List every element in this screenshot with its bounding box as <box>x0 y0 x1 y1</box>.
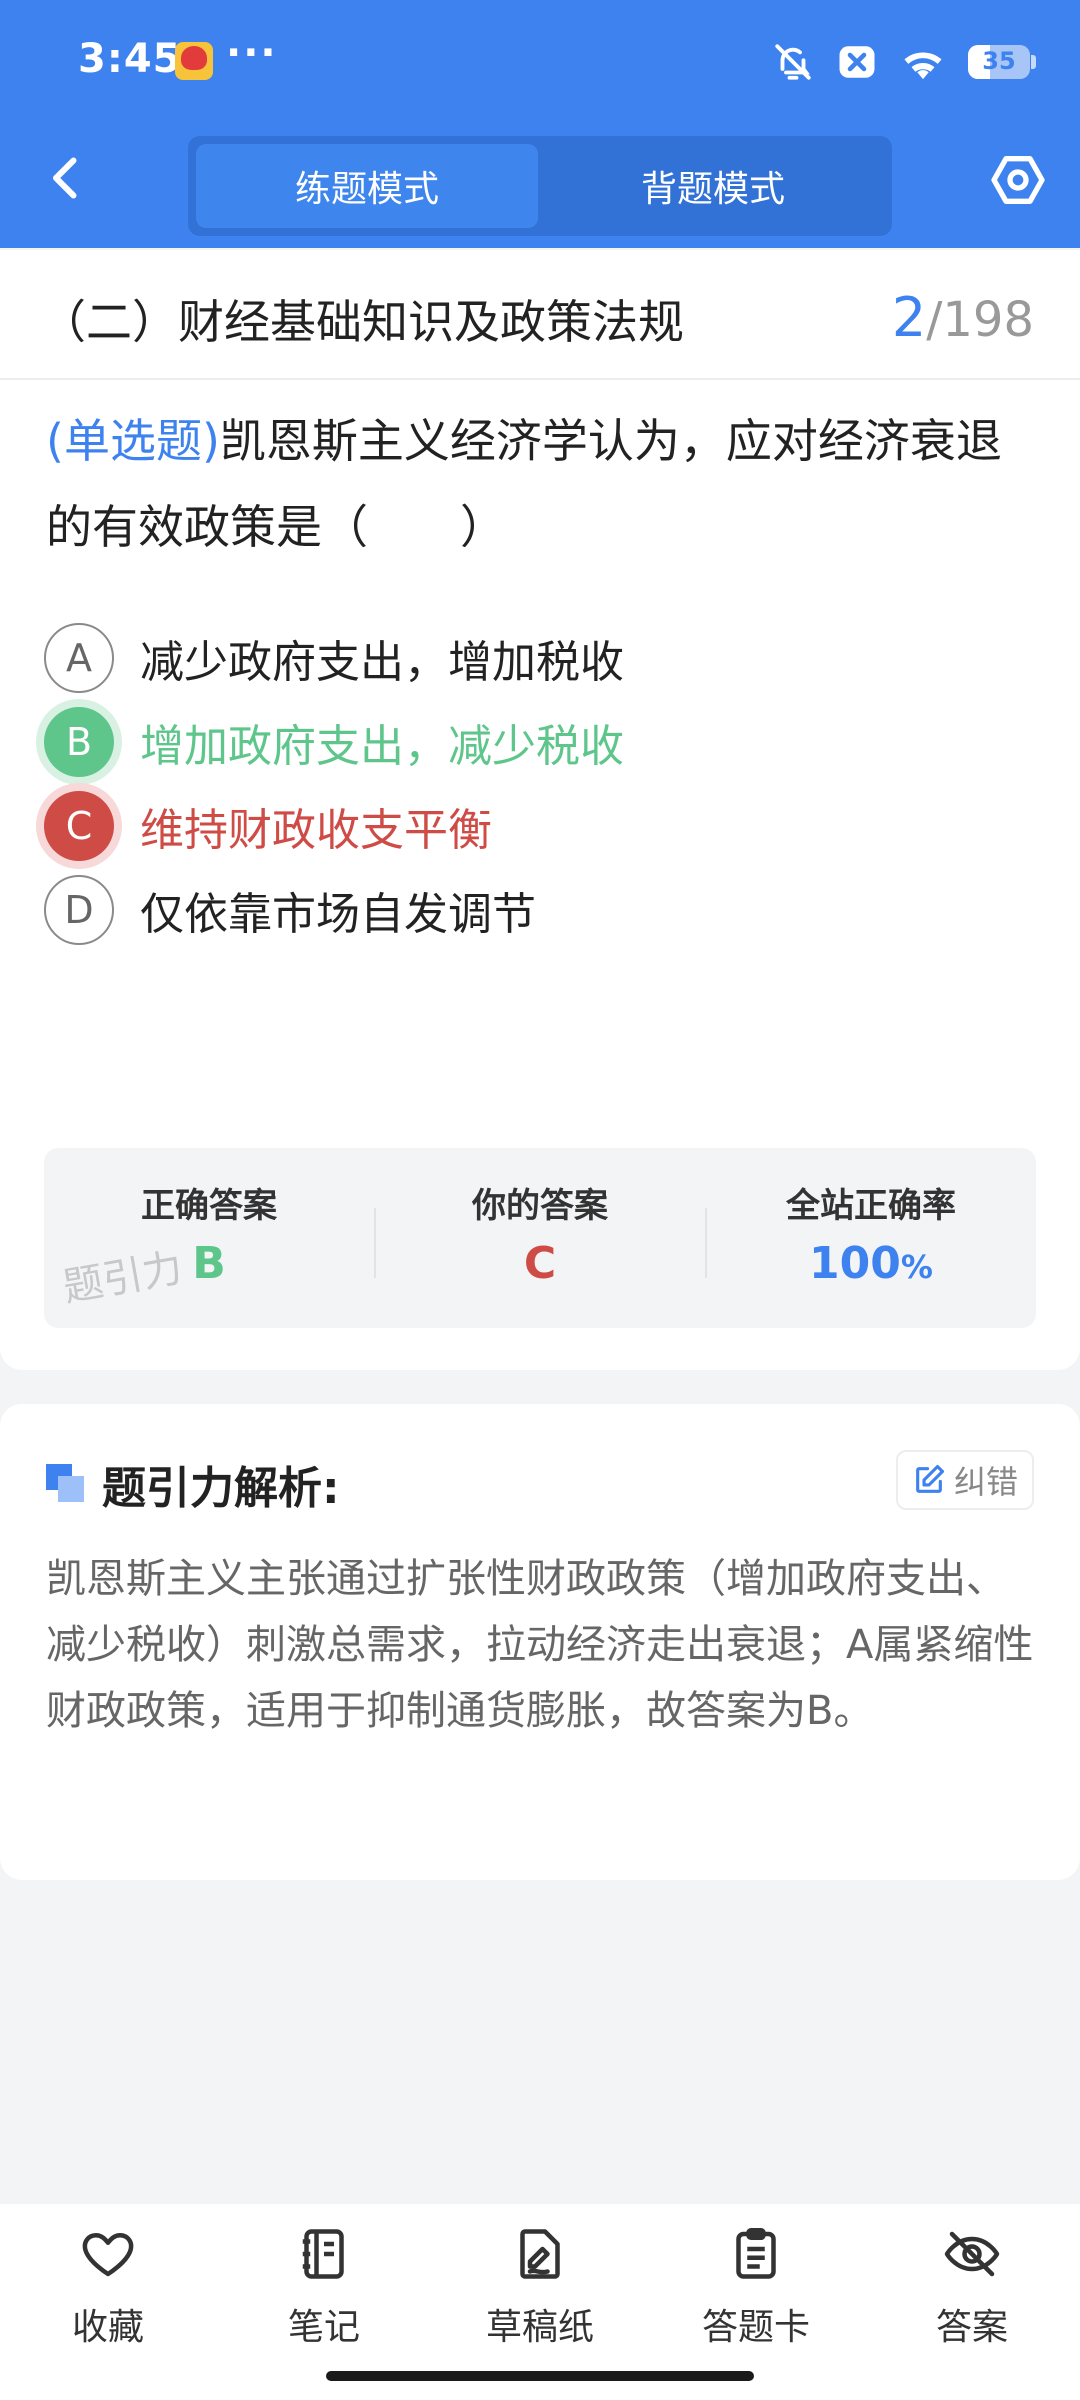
draft-paper-label: 草稿纸 <box>485 2307 594 2348</box>
close-box-icon <box>836 41 878 83</box>
accuracy-stat: 全站正确率 100% <box>706 1148 1036 1328</box>
draft-paper-button[interactable]: 草稿纸 <box>460 2224 620 2374</box>
back-button[interactable] <box>36 148 96 208</box>
mute-bell-icon <box>772 41 814 83</box>
question-text: (单选题)凯恩斯主义经济学认为，应对经济衰退的有效政策是（ ） <box>46 398 1046 570</box>
accuracy-value: 100% <box>706 1238 1036 1289</box>
accuracy-label: 全站正确率 <box>786 1186 956 1226</box>
status-time: 3:45 <box>78 36 182 82</box>
tab-memorize-mode[interactable]: 背题模式 <box>542 144 884 228</box>
divider <box>0 378 1080 380</box>
question-card: （二）财经基础知识及政策法规 2/198 (单选题)凯恩斯主义经济学认为，应对经… <box>0 250 1080 1370</box>
chevron-left-icon <box>53 157 77 199</box>
analysis-marker-icon <box>46 1464 86 1504</box>
option-letter: A <box>44 623 114 693</box>
option-text: 仅依靠市场自发调节 <box>140 889 536 940</box>
accuracy-number: 100 <box>809 1238 901 1289</box>
report-error-label: 纠错 <box>953 1463 1018 1501</box>
notes-button[interactable]: 笔记 <box>244 2224 404 2374</box>
option-a[interactable]: A 减少政府支出，增加税收 <box>44 620 1024 696</box>
draft-icon <box>520 2229 560 2279</box>
question-counter: 2/198 <box>892 286 1034 349</box>
favorite-label: 收藏 <box>71 2307 144 2348</box>
option-text: 减少政府支出，增加税收 <box>140 637 624 688</box>
show-answer-label: 答案 <box>935 2307 1008 2348</box>
tab-practice-mode[interactable]: 练题模式 <box>196 144 538 228</box>
answer-sheet-button[interactable]: 答题卡 <box>676 2224 836 2374</box>
analysis-header: 题引力解析: <box>46 1452 340 1516</box>
correct-answer-label: 正确答案 <box>141 1186 277 1226</box>
nav-bar: 练题模式 背题模式 <box>0 130 1080 240</box>
chapter-title: （二）财经基础知识及政策法规 <box>40 295 684 349</box>
question-type-label: (单选题) <box>46 414 220 468</box>
wifi-icon <box>900 41 946 83</box>
favorite-button[interactable]: 收藏 <box>28 2224 188 2374</box>
report-error-button[interactable]: 纠错 <box>896 1450 1034 1510</box>
clipboard-icon <box>736 2228 776 2279</box>
status-icons: 35 <box>772 40 1036 84</box>
total-questions: /198 <box>926 292 1034 348</box>
heart-icon <box>82 2233 134 2277</box>
show-answer-button[interactable]: 答案 <box>892 2224 1052 2374</box>
notes-label: 笔记 <box>287 2307 360 2348</box>
settings-button[interactable] <box>986 148 1050 212</box>
answer-stats: 正确答案 B 你的答案 C 全站正确率 100% 题引力 <box>44 1148 1036 1328</box>
eye-off-icon <box>944 2231 1000 2277</box>
option-c[interactable]: C 维持财政收支平衡 <box>44 788 1024 864</box>
option-text: 增加政府支出，减少税收 <box>140 721 624 772</box>
more-notifications-icon: ··· <box>226 30 278 76</box>
accuracy-unit: % <box>900 1248 933 1286</box>
notebook-icon <box>302 2229 344 2279</box>
home-indicator[interactable] <box>326 2371 754 2381</box>
mode-switch: 练题模式 背题模式 <box>188 136 892 236</box>
option-d[interactable]: D 仅依靠市场自发调节 <box>44 872 1024 948</box>
your-answer-label: 你的答案 <box>472 1186 608 1226</box>
option-letter: B <box>44 707 114 777</box>
option-text: 维持财政收支平衡 <box>140 805 492 856</box>
analysis-title: 题引力解析: <box>102 1463 340 1514</box>
current-question-number: 2 <box>891 286 927 349</box>
status-bar: 3:45 ··· 35 <box>0 0 1080 120</box>
hexagon-settings-icon <box>991 156 1045 204</box>
edit-icon <box>916 1464 945 1493</box>
your-answer-stat: 你的答案 C <box>375 1148 705 1328</box>
your-answer-value: C <box>523 1238 557 1289</box>
battery-level: 35 <box>982 47 1016 75</box>
top-header: 3:45 ··· 35 练题模式 背题模式 <box>0 0 1080 248</box>
answer-sheet-label: 答题卡 <box>701 2307 810 2348</box>
battery-icon: 35 <box>968 45 1036 79</box>
option-letter: D <box>44 875 114 945</box>
option-letter: C <box>44 791 114 861</box>
app-notification-icon <box>175 42 213 80</box>
option-b[interactable]: B 增加政府支出，减少税收 <box>44 704 1024 780</box>
analysis-text: 凯恩斯主义主张通过扩张性财政政策（增加政府支出、减少税收）刺激总需求，拉动经济走… <box>46 1556 1034 1734</box>
analysis-card: 题引力解析: 纠错 凯恩斯主义主张通过扩张性财政政策（增加政府支出、减少税收）刺… <box>0 1404 1080 1880</box>
